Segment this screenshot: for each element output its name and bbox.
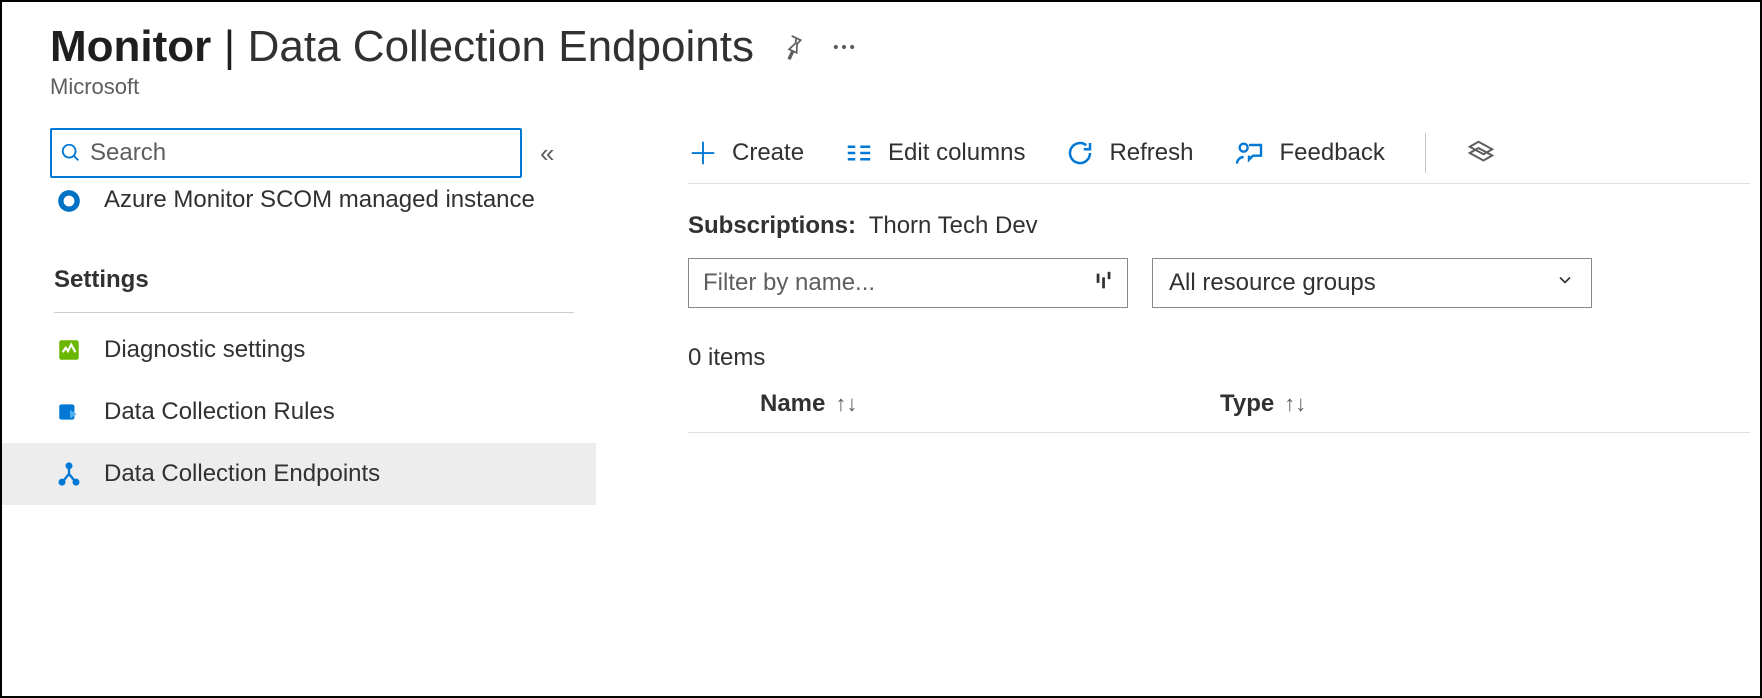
- item-count: 0 items: [688, 344, 1750, 372]
- more-icon[interactable]: [830, 33, 858, 61]
- data-collection-endpoints-icon: [54, 459, 84, 489]
- resource-group-select[interactable]: All resource groups: [1152, 258, 1592, 308]
- data-collection-rules-icon: [54, 397, 84, 427]
- title-separator: |: [224, 22, 235, 71]
- main-content: Create Edit columns Refresh: [644, 128, 1760, 672]
- columns-icon: [844, 138, 874, 168]
- sidebar-item-label: Azure Monitor SCOM managed instance: [104, 184, 535, 216]
- plus-icon: [688, 138, 718, 168]
- create-label: Create: [732, 139, 804, 167]
- filter-bars-icon: [1093, 270, 1115, 297]
- toolbar: Create Edit columns Refresh: [688, 128, 1750, 184]
- page-subtitle: Microsoft: [50, 74, 1760, 100]
- sort-icon: ↑↓: [1284, 391, 1306, 417]
- sidebar-item-data-collection-endpoints[interactable]: Data Collection Endpoints: [2, 443, 596, 505]
- feedback-icon: [1233, 137, 1265, 169]
- edit-columns-label: Edit columns: [888, 139, 1025, 167]
- refresh-label: Refresh: [1109, 139, 1193, 167]
- title-light: Data Collection Endpoints: [248, 22, 754, 71]
- page-title: Monitor | Data Collection Endpoints: [50, 22, 754, 72]
- feedback-label: Feedback: [1279, 139, 1384, 167]
- column-header-name[interactable]: Name ↑↓: [760, 390, 1160, 418]
- sidebar-item-diagnostic-settings[interactable]: Diagnostic settings: [2, 319, 596, 381]
- resource-group-selected: All resource groups: [1169, 269, 1376, 297]
- sidebar-item-label: Data Collection Rules: [104, 398, 335, 426]
- sidebar-search-box[interactable]: [50, 128, 522, 178]
- subscriptions-row: Subscriptions: Thorn Tech Dev: [688, 212, 1750, 240]
- feedback-button[interactable]: Feedback: [1233, 137, 1384, 169]
- search-icon: [60, 142, 82, 164]
- filter-name-input[interactable]: [701, 268, 1093, 298]
- scom-icon: [54, 186, 84, 216]
- sidebar-item-scom[interactable]: Azure Monitor SCOM managed instance: [50, 184, 644, 226]
- sidebar: « Azure Monitor SCOM managed instance Se…: [50, 128, 644, 672]
- sort-icon: ↑↓: [835, 391, 857, 417]
- chevron-down-icon: [1555, 269, 1575, 297]
- diagnostic-settings-icon: [54, 335, 84, 365]
- create-button[interactable]: Create: [688, 138, 804, 168]
- collapse-sidebar-icon[interactable]: «: [540, 138, 554, 169]
- title-strong: Monitor: [50, 22, 211, 71]
- sidebar-item-label: Data Collection Endpoints: [104, 460, 380, 488]
- sidebar-item-data-collection-rules[interactable]: Data Collection Rules: [2, 381, 596, 443]
- sidebar-search-input[interactable]: [82, 138, 512, 168]
- subscriptions-label: Subscriptions:: [688, 212, 856, 239]
- pin-icon[interactable]: [778, 33, 806, 61]
- subscriptions-value: Thorn Tech Dev: [869, 212, 1038, 239]
- sidebar-section-settings: Settings: [54, 266, 574, 313]
- column-header-type-label: Type: [1220, 390, 1274, 418]
- tags-button[interactable]: [1466, 138, 1496, 168]
- table-header: Name ↑↓ Type ↑↓: [688, 390, 1750, 433]
- sidebar-item-label: Diagnostic settings: [104, 336, 305, 364]
- edit-columns-button[interactable]: Edit columns: [844, 138, 1025, 168]
- column-header-name-label: Name: [760, 390, 825, 418]
- toolbar-separator: [1425, 133, 1426, 173]
- filter-name-box[interactable]: [688, 258, 1128, 308]
- column-header-type[interactable]: Type ↑↓: [1220, 390, 1306, 418]
- refresh-icon: [1065, 138, 1095, 168]
- page-header: Monitor | Data Collection Endpoints Micr…: [50, 22, 1760, 100]
- refresh-button[interactable]: Refresh: [1065, 138, 1193, 168]
